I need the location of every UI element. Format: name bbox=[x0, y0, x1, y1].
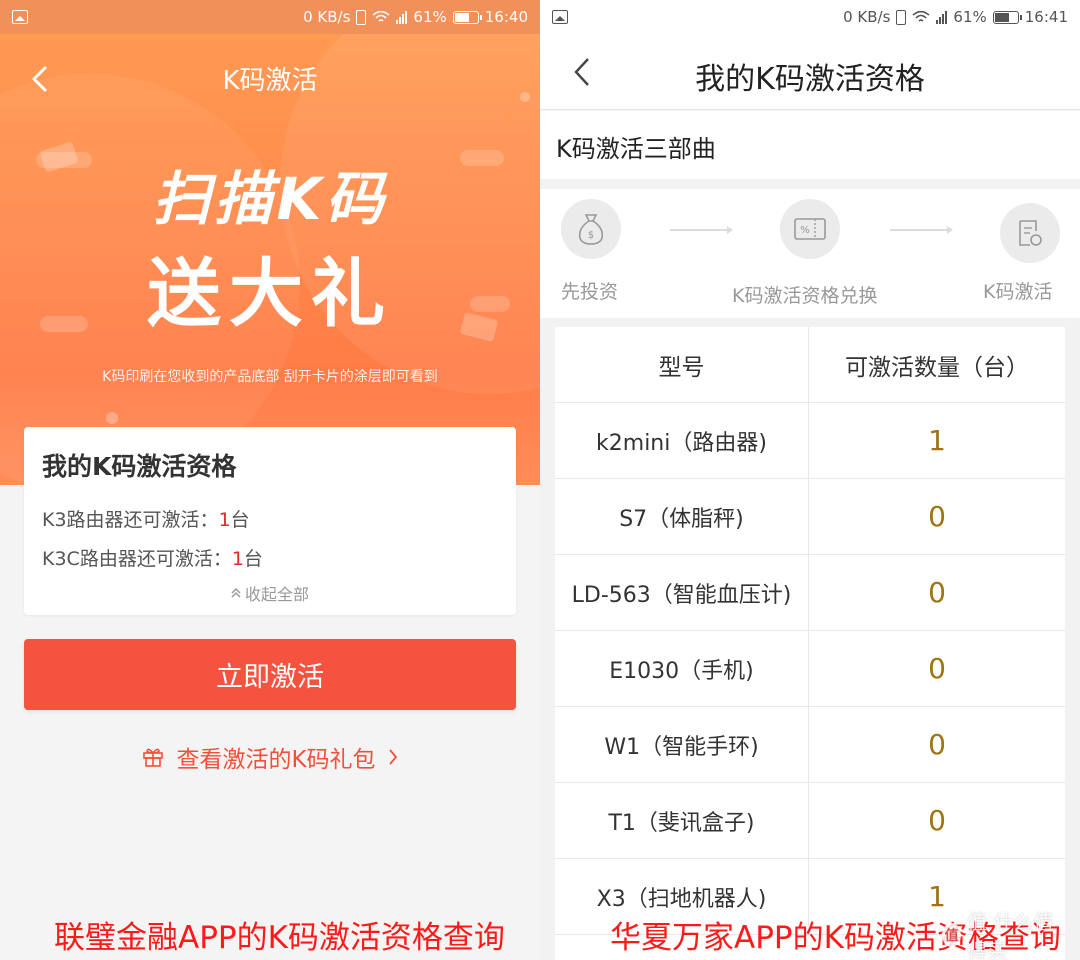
table-row: S7（体脂秤) 0 bbox=[555, 479, 1065, 555]
column-header-count: 可激活数量（台） bbox=[845, 354, 1029, 381]
signal-icon bbox=[396, 10, 408, 24]
signal-icon bbox=[936, 10, 948, 24]
model-cell: LD-563（智能血压计) bbox=[555, 555, 809, 630]
step-label: 先投资 bbox=[561, 281, 619, 303]
gift-link-label: 查看激活的K码礼包 bbox=[176, 747, 376, 773]
model-cell: S7（体脂秤) bbox=[555, 479, 809, 554]
table-row: LD-563（智能血压计) 0 bbox=[555, 555, 1065, 631]
watermark: 值 值 什么值得买 bbox=[942, 910, 1068, 960]
count-cell: 0 bbox=[928, 576, 946, 609]
qualification-count: 1 bbox=[231, 548, 244, 570]
battery-icon bbox=[992, 10, 1022, 24]
battery-percent: 61% bbox=[953, 8, 987, 26]
vibrate-icon bbox=[356, 9, 367, 25]
screenshot-comparison: 0 KB/s 61% 16:40 K码激活 扫描K码 送大礼 K码印刷在您收到的… bbox=[0, 0, 1080, 960]
page-title: 我的K码激活资格 bbox=[695, 62, 925, 97]
wifi-icon bbox=[372, 10, 390, 22]
qualification-count: 1 bbox=[218, 509, 231, 531]
collapse-label: 收起全部 bbox=[244, 585, 309, 604]
qualification-item: K3路由器还可激活：1台 bbox=[42, 505, 250, 532]
count-cell: 0 bbox=[928, 728, 946, 761]
vibrate-icon bbox=[896, 9, 907, 25]
hero-banner: K码激活 扫描K码 送大礼 K码印刷在您收到的产品底部 刮开卡片的涂层即可看到 bbox=[0, 34, 540, 485]
step-label: K码激活资格兑换 bbox=[732, 285, 878, 307]
status-bar: 0 KB/s 61% 16:40 bbox=[0, 0, 540, 34]
network-speed: 0 KB/s bbox=[843, 8, 891, 26]
table-row: W1（智能手环) 0 bbox=[555, 707, 1065, 783]
decor-dot bbox=[106, 412, 118, 424]
gallery-icon bbox=[12, 10, 28, 24]
count-cell: 0 bbox=[928, 804, 946, 837]
svg-text:%: % bbox=[800, 225, 810, 236]
header: 我的K码激活资格 bbox=[540, 34, 1080, 110]
promo-tip: K码印刷在您收到的产品底部 刮开卡片的涂层即可看到 bbox=[102, 369, 438, 385]
count-cell: 1 bbox=[928, 424, 946, 457]
watermark-logo-icon: 值 bbox=[942, 923, 962, 947]
table-row: T1（斐讯盒子) 0 bbox=[555, 783, 1065, 859]
step-arrow bbox=[670, 226, 733, 234]
count-cell: 0 bbox=[928, 500, 946, 533]
promo-headline: 扫描K码 bbox=[152, 165, 388, 233]
quota-table: 型号 可激活数量（台） k2mini（路由器) 1 S7（体脂秤) 0 LD-5… bbox=[555, 327, 1065, 960]
activate-card-icon bbox=[1000, 203, 1060, 263]
view-gift-pack-link[interactable]: 查看激活的K码礼包 bbox=[0, 740, 540, 774]
clock: 16:40 bbox=[484, 8, 528, 26]
battery-icon bbox=[452, 10, 482, 24]
chevron-up-icon bbox=[231, 588, 241, 598]
activate-now-button[interactable]: 立即激活 bbox=[24, 639, 516, 710]
column-header-model: 型号 bbox=[555, 327, 809, 402]
battery-percent: 61% bbox=[413, 8, 447, 26]
svg-text:$: $ bbox=[588, 230, 594, 241]
section-header: K码激活三部曲 bbox=[540, 111, 1080, 179]
gift-icon bbox=[143, 748, 164, 767]
model-cell: E1030（手机) bbox=[555, 631, 809, 706]
section-title: K码激活三部曲 bbox=[556, 135, 716, 163]
right-screen: 0 KB/s 61% 16:41 我的K码激活资格 K码激活三部曲 $ 先投资 bbox=[540, 0, 1080, 960]
wifi-icon bbox=[912, 10, 930, 22]
step-arrow bbox=[890, 226, 953, 234]
gallery-icon bbox=[552, 10, 568, 24]
page-title: K码激活 bbox=[222, 66, 318, 96]
qualification-card: 我的K码激活资格 K3路由器还可激活：1台 K3C路由器还可激活：1台 收起全部 bbox=[24, 427, 516, 615]
steps-flow: $ 先投资 % K码激活资格兑换 K码激活 bbox=[540, 189, 1080, 318]
caption-left: 联璧金融APP的K码激活资格查询 bbox=[54, 920, 505, 956]
step-label: K码激活 bbox=[983, 281, 1053, 303]
table-row: E1030（手机) 0 bbox=[555, 631, 1065, 707]
table-row: k2mini（路由器) 1 bbox=[555, 403, 1065, 479]
network-speed: 0 KB/s bbox=[303, 8, 351, 26]
clock: 16:41 bbox=[1024, 8, 1068, 26]
qualification-label: K3路由器还可激活： bbox=[42, 509, 219, 531]
status-bar: 0 KB/s 61% 16:41 bbox=[540, 0, 1080, 34]
qualification-item: K3C路由器还可激活：1台 bbox=[42, 544, 263, 571]
model-cell: T1（斐讯盒子) bbox=[555, 783, 809, 858]
left-screen: 0 KB/s 61% 16:40 K码激活 扫描K码 送大礼 K码印刷在您收到的… bbox=[0, 0, 540, 960]
table-header-row: 型号 可激活数量（台） bbox=[555, 327, 1065, 403]
collapse-all-toggle[interactable]: 收起全部 bbox=[24, 581, 516, 605]
promo-subheadline: 送大礼 bbox=[147, 251, 393, 337]
model-cell: k2mini（路由器) bbox=[555, 403, 809, 478]
qualification-label: K3C路由器还可激活： bbox=[42, 548, 232, 570]
model-cell: W1（智能手环) bbox=[555, 707, 809, 782]
qualification-unit: 台 bbox=[243, 548, 263, 570]
money-bag-icon: $ bbox=[561, 199, 621, 259]
watermark-text: 值 什么值得买 bbox=[967, 910, 1054, 960]
coupon-icon: % bbox=[780, 199, 840, 259]
count-cell: 0 bbox=[928, 652, 946, 685]
chevron-right-icon bbox=[388, 749, 397, 765]
qualification-unit: 台 bbox=[230, 509, 250, 531]
qualification-title: 我的K码激活资格 bbox=[42, 452, 237, 481]
